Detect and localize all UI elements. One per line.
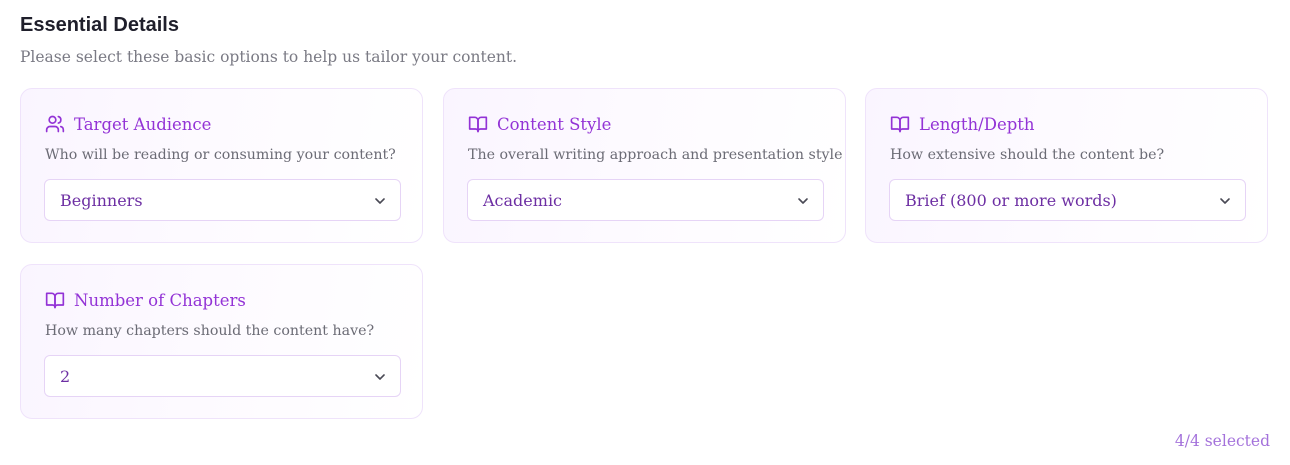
chevron-down-icon: [375, 374, 385, 380]
card-title: Content Style: [497, 114, 612, 134]
select-value: 2: [60, 367, 71, 386]
chevron-down-icon: [798, 198, 808, 204]
selected-count: 4/4 selected: [1174, 432, 1270, 450]
card-description: The overall writing approach and present…: [468, 147, 843, 163]
select-value: Academic: [483, 191, 563, 210]
chevron-down-icon: [375, 198, 385, 204]
card-content-style: Content Style The overall writing approa…: [443, 88, 846, 243]
card-title: Number of Chapters: [74, 290, 246, 310]
select-value: Brief (800 or more words): [905, 191, 1117, 210]
section-title: Essential Details: [20, 14, 179, 36]
card-description: How many chapters should the content hav…: [45, 323, 375, 339]
card-header: Content Style: [468, 113, 611, 135]
card-number-of-chapters: Number of Chapters How many chapters sho…: [20, 264, 423, 419]
card-header: Number of Chapters: [45, 289, 246, 311]
card-description: How extensive should the content be?: [890, 147, 1165, 163]
length-depth-select[interactable]: Brief (800 or more words): [889, 179, 1246, 221]
section-subtitle: Please select these basic options to hel…: [20, 48, 518, 66]
content-style-select[interactable]: Academic: [467, 179, 824, 221]
users-icon: [45, 114, 65, 134]
book-open-icon: [468, 114, 488, 134]
card-description: Who will be reading or consuming your co…: [45, 147, 396, 163]
number-of-chapters-select[interactable]: 2: [44, 355, 401, 397]
chevron-down-icon: [1220, 198, 1230, 204]
card-length-depth: Length/Depth How extensive should the co…: [865, 88, 1268, 243]
book-open-icon: [45, 290, 65, 310]
card-title: Target Audience: [74, 114, 212, 134]
card-target-audience: Target Audience Who will be reading or c…: [20, 88, 423, 243]
target-audience-select[interactable]: Beginners: [44, 179, 401, 221]
card-header: Target Audience: [45, 113, 211, 135]
card-title: Length/Depth: [919, 114, 1035, 134]
book-open-icon: [890, 114, 910, 134]
select-value: Beginners: [60, 191, 143, 210]
card-header: Length/Depth: [890, 113, 1035, 135]
